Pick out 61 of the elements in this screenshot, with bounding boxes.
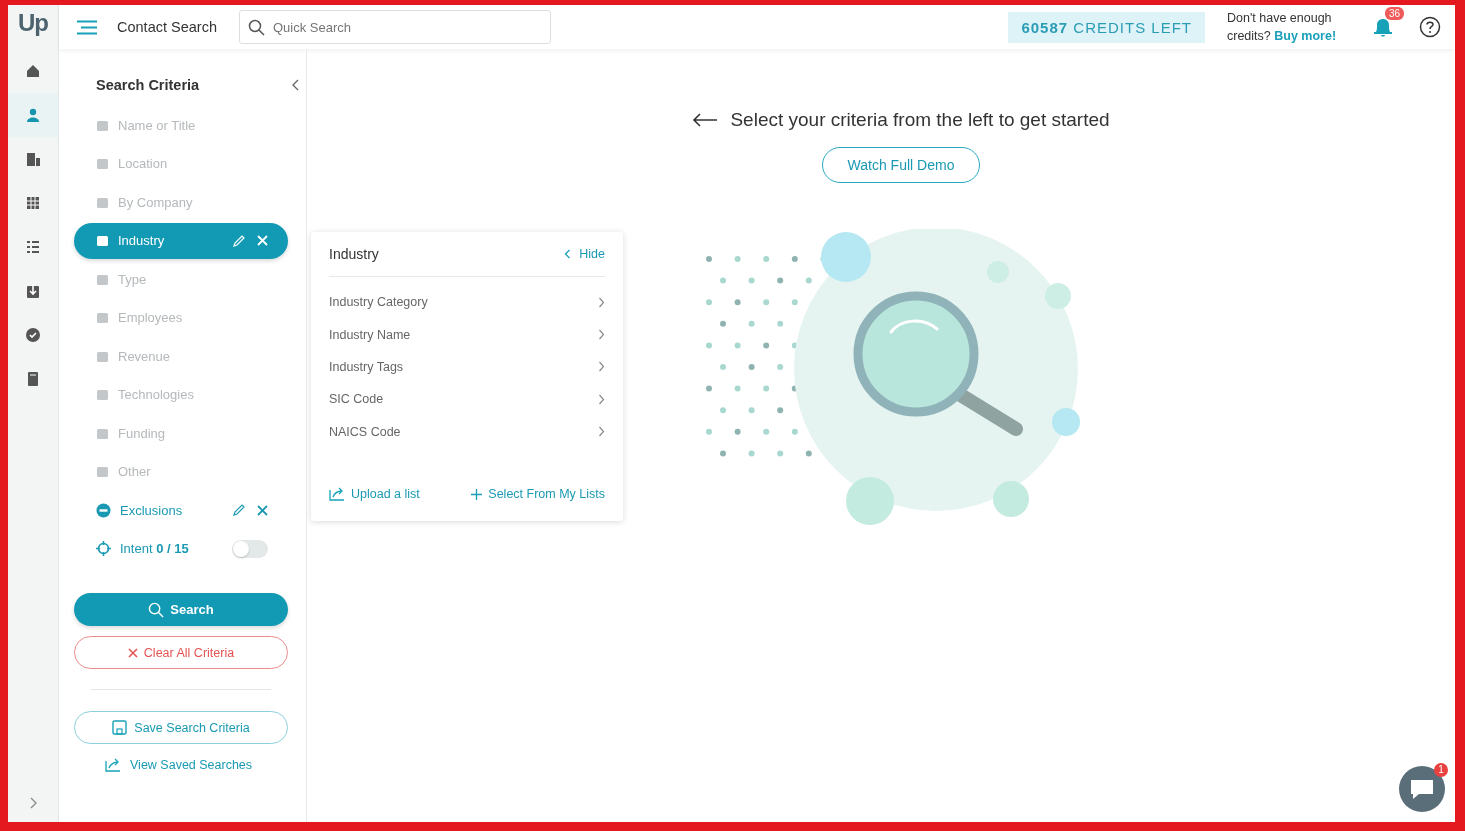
criteria-item[interactable]: Funding [74,415,288,451]
panel-title: Search Criteria [96,77,200,93]
industry-option[interactable]: SIC Code [329,383,605,416]
search-icon [148,601,165,618]
menu-icon[interactable] [77,19,97,35]
select-from-lists-link[interactable]: Select From My Lists [471,487,605,501]
watch-demo-button[interactable]: Watch Full Demo [822,147,980,183]
industry-option[interactable]: Industry Name [329,318,605,351]
upload-list-link[interactable]: Upload a list [329,487,420,501]
intent-label: Intent 0 / 15 [120,541,189,556]
close-icon[interactable] [257,504,268,516]
industry-option[interactable]: Industry Category [329,286,605,319]
close-icon [127,647,138,658]
plus-icon [471,488,483,500]
help-icon[interactable] [1419,16,1441,38]
chevron-right-icon [598,361,605,373]
minus-circle-icon [96,502,111,518]
notification-count-badge: 36 [1385,7,1405,20]
clear-criteria-button[interactable]: Clear All Criteria [74,636,288,669]
industry-option[interactable]: Industry Tags [329,350,605,384]
buy-more-link[interactable]: Buy more! [1274,29,1337,43]
credits-badge: 60587 CREDITS LEFT [1008,11,1205,43]
criteria-item[interactable]: Type [74,261,288,297]
search-icon [247,18,265,36]
share-icon [105,758,121,772]
criteria-item[interactable]: Technologies [74,376,288,413]
chat-button[interactable]: 1 [1399,766,1445,812]
arrow-left-icon [692,113,719,127]
criteria-item[interactable]: Employees [74,299,288,336]
chevron-right-icon [598,426,605,438]
quick-search-field[interactable]: Quick Search [238,10,551,44]
crosshair-icon [96,541,111,556]
chat-icon [1409,778,1435,800]
logo[interactable]: Up [18,5,48,49]
search-button[interactable]: Search [74,593,288,626]
bell-icon[interactable] [1373,16,1393,38]
criteria-item[interactable]: Revenue [74,338,288,374]
panel-title: Industry [329,246,379,262]
criteria-item[interactable]: By Company [74,184,288,220]
chat-count-badge: 1 [1434,763,1448,777]
intent-toggle[interactable] [232,539,268,558]
chevron-right-icon [598,393,605,405]
hide-link[interactable]: Hide [564,247,605,261]
page-title: Contact Search [117,19,217,35]
instruction-heading: Select your criteria from the left to get started [730,109,1110,131]
criteria-item[interactable]: Name or Title [74,107,288,143]
share-icon [329,487,345,501]
exclusions-item[interactable]: Exclusions [74,492,288,528]
save-criteria-button[interactable]: Save Search Criteria [74,711,288,744]
chevron-left-icon [564,249,572,259]
chevron-right-icon [598,329,605,341]
criteria-item[interactable]: Other [74,453,288,490]
buy-credits-text: Don't have enough credits? Buy more! [1227,10,1338,45]
industry-option[interactable]: NAICS Code [329,415,605,448]
collapse-chevron-icon[interactable] [292,79,300,91]
pencil-icon[interactable] [233,504,245,516]
view-saved-searches-link[interactable]: View Saved Searches [105,758,253,772]
save-icon [112,720,128,735]
criteria-item[interactable]: Location [74,145,288,182]
chevron-right-icon [598,296,605,308]
person-icon[interactable] [8,93,58,137]
